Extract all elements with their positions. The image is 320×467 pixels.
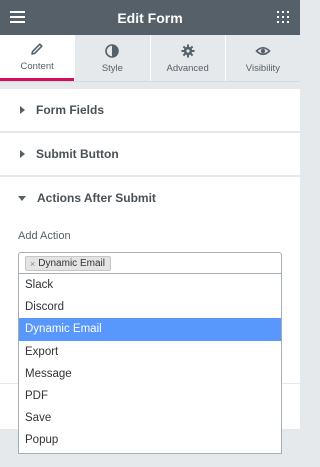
grid-icon[interactable] <box>277 11 289 23</box>
option-discord[interactable]: Discord <box>19 296 281 318</box>
caret-down-icon <box>18 195 26 201</box>
option-popup[interactable]: Popup <box>19 429 281 451</box>
action-options-dropdown: Slack Discord Dynamic Email Export Messa… <box>18 274 282 454</box>
tab-visibility[interactable]: Visibility <box>224 35 300 81</box>
panel-title: Edit Form <box>117 9 183 26</box>
add-action-label: Add Action <box>18 230 71 242</box>
section-label: Form Fields <box>36 103 105 117</box>
remove-tag-icon[interactable]: × <box>30 259 35 269</box>
option-slack[interactable]: Slack <box>19 274 281 296</box>
tab-content-label: Content <box>20 61 54 72</box>
eye-icon <box>255 46 271 55</box>
tab-style[interactable]: Style <box>74 35 150 81</box>
tab-advanced[interactable]: Advanced <box>149 35 225 81</box>
add-action-select[interactable]: × Dynamic Email <box>18 252 282 274</box>
caret-right-icon <box>20 150 25 158</box>
panel-tabs: Content Style Advanced Visibility <box>0 35 300 82</box>
tab-style-label: Style <box>101 62 123 74</box>
option-message[interactable]: Message <box>19 363 281 385</box>
tab-content[interactable]: Content <box>0 35 75 81</box>
gear-icon <box>181 44 195 57</box>
section-form-fields[interactable]: Form Fields <box>0 88 300 131</box>
selected-action-tag: × Dynamic Email <box>25 256 111 271</box>
hamburger-icon[interactable] <box>10 11 25 23</box>
section-label: Actions After Submit <box>37 191 156 205</box>
option-pdf[interactable]: PDF <box>19 385 281 407</box>
tab-visibility-label: Visibility <box>245 62 280 74</box>
contrast-icon <box>105 43 120 58</box>
section-actions-after-submit[interactable]: Actions After Submit <box>0 176 300 219</box>
top-bar: Edit Form <box>0 0 300 35</box>
option-save[interactable]: Save <box>19 407 281 429</box>
tab-advanced-label: Advanced <box>166 62 209 74</box>
option-export[interactable]: Export <box>19 341 281 363</box>
selected-action-label: Dynamic Email <box>38 258 105 269</box>
caret-right-icon <box>20 106 25 114</box>
option-dynamic-email[interactable]: Dynamic Email <box>19 318 281 341</box>
section-label: Submit Button <box>36 147 119 161</box>
pencil-icon <box>31 43 43 55</box>
section-submit-button[interactable]: Submit Button <box>0 132 300 175</box>
